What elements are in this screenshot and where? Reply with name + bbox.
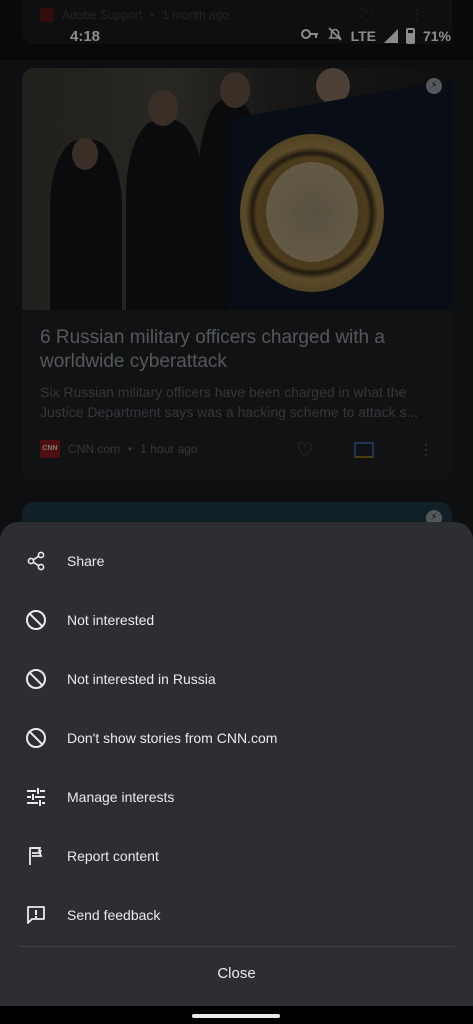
menu-item-share[interactable]: Share [0,534,473,588]
menu-item-not-interested-topic[interactable]: Not interested in Russia [0,652,473,706]
menu-item-label: Share [67,553,105,569]
menu-item-report-content[interactable]: Report content [0,829,473,883]
block-icon [26,610,46,630]
menu-item-not-interested[interactable]: Not interested [0,593,473,647]
navigation-bar [0,1006,473,1024]
menu-item-label: Not interested in Russia [67,671,216,687]
menu-item-manage-interests[interactable]: Manage interests [0,770,473,824]
close-button[interactable]: Close [0,954,473,992]
menu-item-label: Not interested [67,612,155,628]
menu-item-send-feedback[interactable]: Send feedback [0,888,473,942]
menu-item-label: Send feedback [67,907,161,923]
menu-item-label: Don't show stories from CNN.com [67,730,278,746]
menu-item-label: Report content [67,848,159,864]
share-icon [26,551,46,571]
block-icon [26,728,46,748]
tune-icon [26,787,46,807]
menu-item-label: Manage interests [67,789,175,805]
block-icon [26,669,46,689]
flag-icon [26,846,46,866]
divider [18,946,455,947]
menu-item-hide-source[interactable]: Don't show stories from CNN.com [0,711,473,765]
home-gesture-handle[interactable] [192,1014,280,1018]
feedback-icon [26,905,46,925]
options-bottom-sheet: Share Not interested Not interested in R… [0,522,473,1006]
